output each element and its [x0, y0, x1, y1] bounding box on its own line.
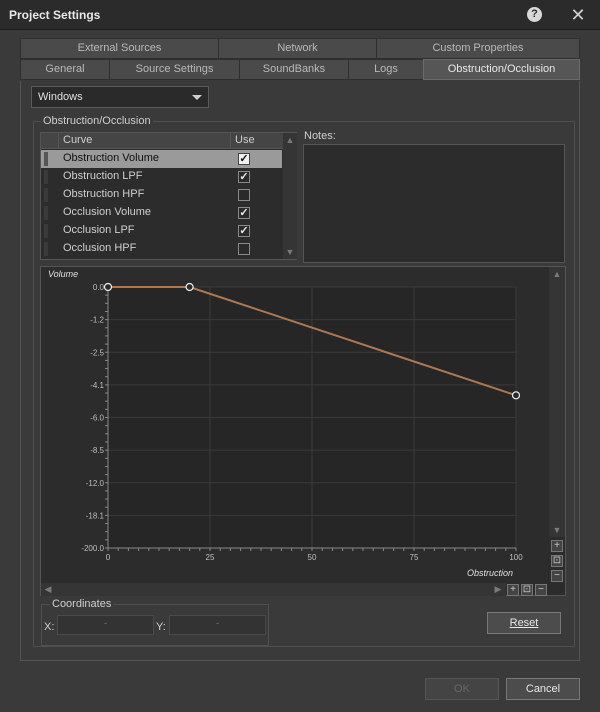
curve-list: Curve Use Obstruction Volume ✓ Obstructi… — [40, 132, 297, 260]
y-tick-label: 0.0 — [93, 283, 105, 292]
y-tick-label: -8.5 — [90, 446, 104, 455]
row-marker — [44, 242, 48, 256]
y-tick-label: -2.5 — [90, 348, 104, 357]
zoom-in-horizontal-button[interactable]: + — [507, 584, 519, 596]
y-tick-label: -4.1 — [90, 381, 104, 390]
platform-dropdown[interactable]: Windows — [31, 86, 209, 108]
tab-external-sources[interactable]: External Sources — [20, 38, 219, 59]
x-axis-label: Obstruction — [467, 568, 513, 578]
use-checkbox[interactable]: ✓ — [238, 207, 250, 219]
use-checkbox[interactable] — [238, 189, 250, 201]
scroll-left-icon[interactable]: ◀ — [41, 584, 55, 595]
y-tick-labels: 0.0 -1.2 -2.5 -4.1 -6.0 -8.5 -12.0 -18.1 -200.0 — [81, 283, 104, 553]
zoom-out-horizontal-button[interactable]: − — [535, 584, 547, 596]
curve-label: Obstruction HPF — [63, 188, 145, 200]
window-title: Project Settings — [9, 8, 101, 22]
row-marker — [44, 206, 48, 220]
use-checkbox[interactable]: ✓ — [238, 225, 250, 237]
curve-point[interactable] — [185, 282, 194, 292]
x-label: X: — [44, 621, 55, 633]
row-marker — [44, 188, 48, 202]
zoom-in-vertical-button[interactable]: + — [551, 540, 563, 552]
reset-button-label: Reset — [509, 617, 539, 629]
x-tick-label: 100 — [509, 553, 523, 562]
list-header-marker — [41, 133, 59, 149]
scroll-up-icon[interactable]: ▲ — [550, 269, 564, 279]
platform-selected: Windows — [38, 91, 83, 103]
zoom-out-vertical-button[interactable]: − — [551, 570, 563, 582]
y-label: Y: — [156, 621, 166, 633]
scroll-up-icon[interactable]: ▲ — [283, 135, 297, 145]
y-axis-label: Volume — [48, 269, 78, 279]
curve-row[interactable]: Obstruction LPF ✓ — [41, 168, 282, 186]
curve-row[interactable]: Occlusion Volume ✓ — [41, 204, 282, 222]
x-value: - — [104, 618, 107, 628]
cancel-button[interactable]: Cancel — [506, 678, 580, 700]
zoom-fit-horizontal-button[interactable]: ⊡ — [521, 584, 533, 596]
curve-point[interactable] — [511, 391, 521, 400]
tab-soundbanks[interactable]: SoundBanks — [239, 59, 349, 80]
x-tick-label: 25 — [206, 553, 215, 562]
tab-network[interactable]: Network — [218, 38, 377, 59]
notes-textarea[interactable] — [303, 144, 565, 263]
y-coordinate-field[interactable]: - — [169, 615, 266, 635]
use-checkbox[interactable] — [238, 243, 250, 255]
graph-svg[interactable]: 0.0-1.2-2.5-4.1-6.0-8.5-12.0-18.1-200.0 … — [41, 267, 549, 583]
scroll-down-icon[interactable]: ▼ — [283, 247, 297, 257]
group-title: Obstruction/Occlusion — [41, 115, 153, 127]
y-tick-label: -18.1 — [86, 511, 105, 520]
tab-general[interactable]: General — [20, 59, 110, 80]
coordinates-title: Coordinates — [50, 598, 114, 610]
curve-label: Obstruction LPF — [63, 170, 143, 182]
list-scrollbar[interactable]: ▲ ▼ — [283, 133, 297, 259]
row-marker — [44, 152, 48, 166]
column-header-use[interactable]: Use — [231, 133, 283, 149]
chevron-down-icon — [192, 95, 202, 100]
column-header-curve[interactable]: Curve — [59, 133, 231, 149]
help-icon[interactable]: ? — [527, 7, 542, 22]
scroll-right-icon[interactable]: ▶ — [491, 584, 505, 595]
tab-custom-properties[interactable]: Custom Properties — [376, 38, 580, 59]
row-marker — [44, 170, 48, 184]
y-tick-label: -12.0 — [86, 479, 105, 488]
y-tick-label: -6.0 — [90, 414, 104, 423]
row-marker — [44, 224, 48, 238]
notes-label: Notes: — [304, 130, 336, 142]
curve-point[interactable] — [103, 282, 113, 292]
reset-button[interactable]: Reset — [487, 612, 561, 634]
tab-logs[interactable]: Logs — [348, 59, 424, 80]
y-tick-label: -1.2 — [90, 316, 104, 325]
curve-label: Occlusion Volume — [63, 206, 152, 218]
curve-row[interactable]: Occlusion HPF — [41, 240, 282, 258]
ok-button[interactable]: OK — [425, 678, 499, 700]
tab-source-settings[interactable]: Source Settings — [109, 59, 240, 80]
x-tick-labels: 0 25 50 75 100 — [106, 553, 523, 562]
x-tick-label: 75 — [410, 553, 419, 562]
curve-row[interactable]: Obstruction HPF — [41, 186, 282, 204]
tab-obstruction-occlusion[interactable]: Obstruction/Occlusion — [423, 59, 580, 80]
close-icon[interactable]: ✕ — [568, 5, 588, 25]
zoom-fit-vertical-button[interactable]: ⊡ — [551, 555, 563, 567]
y-tick-label: -200.0 — [81, 544, 104, 553]
curve-row[interactable]: Obstruction Volume ✓ — [41, 150, 282, 168]
use-checkbox[interactable]: ✓ — [238, 171, 250, 183]
curve-row[interactable]: Occlusion LPF ✓ — [41, 222, 282, 240]
graph-vertical-scrollbar[interactable]: ▲ ▼ — [549, 267, 565, 537]
curve-label: Obstruction Volume — [63, 152, 159, 164]
graph-horizontal-scrollbar[interactable]: ◀ ▶ — [41, 583, 506, 596]
scroll-down-icon[interactable]: ▼ — [550, 525, 564, 535]
use-checkbox[interactable]: ✓ — [238, 153, 250, 165]
y-value: - — [216, 618, 219, 628]
x-tick-label: 50 — [308, 553, 317, 562]
curve-label: Occlusion HPF — [63, 242, 137, 254]
x-coordinate-field[interactable]: - — [57, 615, 154, 635]
curve-graph[interactable]: 0.0 -1.2 -2.5 -4.1 -6.0 -8.5 -12.0 -18.1 -200.0 … — [40, 266, 566, 596]
curve-label: Occlusion LPF — [63, 224, 135, 236]
x-tick-label: 0 — [106, 553, 111, 562]
